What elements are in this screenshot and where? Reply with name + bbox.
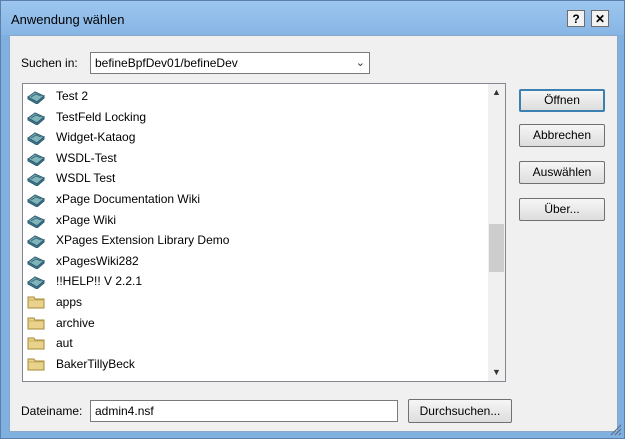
list-item-label: xPage Documentation Wiki [56, 192, 201, 206]
list-item[interactable]: WSDL Test [27, 168, 487, 188]
list-item-label: Test 2 [56, 89, 89, 103]
list-item-label: Widget-Kataog [56, 130, 136, 145]
browse-button[interactable]: Durchsuchen... [408, 399, 512, 423]
list-item-label: aut [56, 336, 73, 351]
filename-field[interactable]: admin4.nsf [90, 400, 398, 422]
resize-grip-icon[interactable] [610, 424, 622, 436]
list-item[interactable]: !!HELP!! V 2.2.1 [27, 271, 487, 291]
chevron-down-icon[interactable]: ⌄ [356, 56, 365, 69]
select-button[interactable]: Auswählen [519, 161, 605, 184]
filename-label: Dateiname: [21, 404, 83, 418]
folder-icon [27, 315, 45, 331]
database-icon [27, 170, 45, 187]
list-item[interactable]: Widget-Kataog [27, 127, 487, 147]
database-icon [27, 253, 45, 270]
list-item[interactable]: xPage Documentation Wiki [27, 189, 487, 209]
list-item-label: apps [56, 295, 83, 309]
list-item-label: xPagesWiki282 [56, 253, 139, 268]
list-item[interactable]: TestFeld Locking [27, 107, 487, 127]
list-item[interactable]: aut [27, 333, 487, 353]
database-icon [27, 150, 45, 167]
list-item[interactable]: xPage Wiki [27, 210, 487, 230]
filename-value: admin4.nsf [95, 404, 154, 418]
list-item[interactable]: apps [27, 292, 487, 312]
list-item-label: XPages Extension Library Demo [56, 233, 230, 248]
list-item[interactable]: XPages Extension Library Demo [27, 230, 487, 250]
list-item-label: WSDL Test [56, 171, 116, 186]
list-item-label: archive [56, 315, 95, 330]
dialog-title: Anwendung wählen [11, 12, 125, 27]
title-bar[interactable]: Anwendung wählen ? ✕ [1, 1, 624, 35]
dialog-body: Suchen in: befineBpfDev01/befineDev ⌄ ▲ … [9, 35, 618, 432]
list-item[interactable]: Test 2 [27, 86, 487, 106]
application-list[interactable]: ▲ ▼ Test 2 TestFeld Locking Widget-Kataog W… [22, 83, 506, 382]
list-item-label: TestFeld Locking [56, 109, 147, 124]
database-icon [27, 109, 45, 126]
close-button[interactable]: ✕ [591, 10, 609, 27]
database-icon [27, 232, 45, 249]
list-item[interactable]: xPagesWiki282 [27, 251, 487, 271]
database-icon [27, 273, 45, 290]
list-item-label: xPage Wiki [56, 212, 117, 227]
database-icon [27, 191, 45, 208]
list-item[interactable]: WSDL-Test [27, 148, 487, 168]
search-in-value: befineBpfDev01/befineDev [95, 56, 238, 70]
cancel-button[interactable]: Abbrechen [519, 124, 605, 147]
about-button[interactable]: Über... [519, 198, 605, 221]
search-in-label: Suchen in: [21, 56, 78, 70]
search-in-combobox[interactable]: befineBpfDev01/befineDev ⌄ [90, 52, 370, 74]
dialog-window: Anwendung wählen ? ✕ Suchen in: befineBp… [0, 0, 625, 439]
scroll-up-icon[interactable]: ▲ [488, 84, 505, 101]
database-icon [27, 212, 45, 229]
folder-icon [27, 335, 45, 351]
database-icon [27, 88, 45, 105]
help-button[interactable]: ? [567, 10, 585, 27]
database-icon [27, 129, 45, 146]
list-item[interactable]: BakerTillyBeck [27, 354, 487, 374]
scroll-down-icon[interactable]: ▼ [488, 364, 505, 381]
list-item-label: !!HELP!! V 2.2.1 [56, 274, 143, 289]
folder-icon [27, 294, 45, 310]
vertical-scrollbar[interactable]: ▲ ▼ [488, 84, 505, 381]
open-button[interactable]: Öffnen [519, 89, 605, 112]
scrollbar-thumb[interactable] [489, 224, 504, 272]
list-item[interactable]: archive [27, 313, 487, 333]
folder-icon [27, 356, 45, 372]
list-item-label: BakerTillyBeck [56, 356, 135, 371]
list-item-label: WSDL-Test [56, 150, 117, 165]
